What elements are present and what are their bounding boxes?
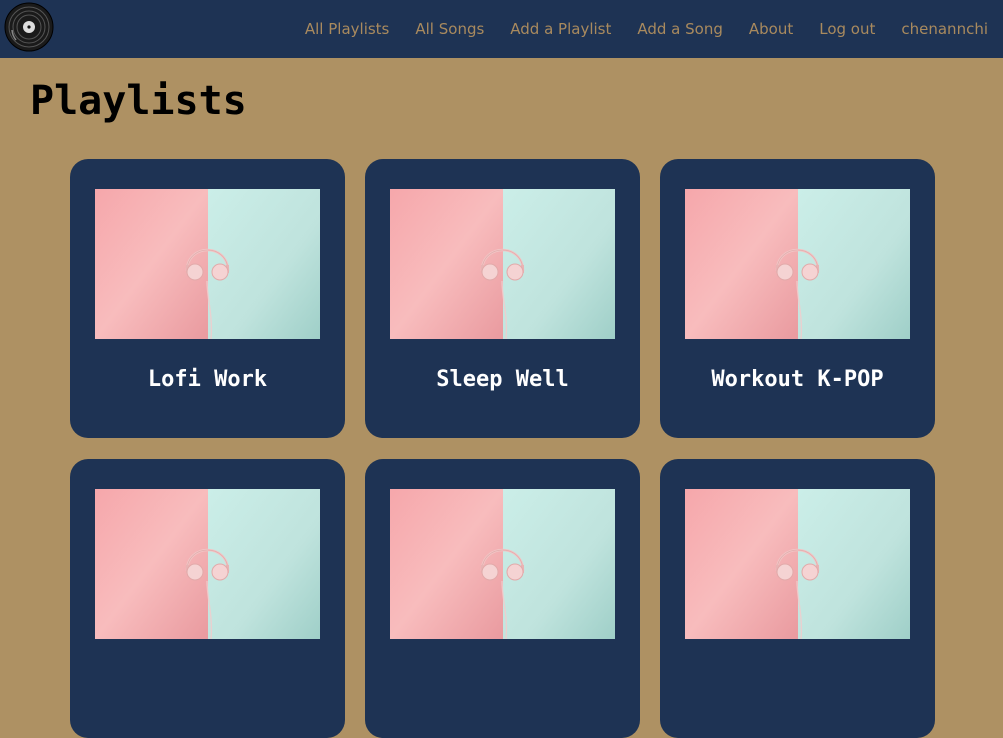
- playlist-title[interactable]: Lofi Work: [70, 367, 345, 392]
- playlist-card[interactable]: Workout K-POP: [660, 159, 935, 438]
- playlist-card[interactable]: [660, 459, 935, 738]
- vinyl-record-icon[interactable]: [4, 2, 54, 52]
- page-title: Playlists: [30, 78, 247, 124]
- nav-add-song-link[interactable]: Add a Song: [637, 20, 723, 38]
- headphones-cover-image: [390, 189, 615, 339]
- nav-about-link[interactable]: About: [749, 20, 793, 38]
- playlist-card[interactable]: Lofi Work: [70, 159, 345, 438]
- headphones-cover-image: [95, 189, 320, 339]
- playlist-grid: Lofi Work Sleep Well Workout K-POP: [70, 159, 935, 738]
- playlist-card[interactable]: [365, 459, 640, 738]
- nav-links: All Playlists All Songs Add a Playlist A…: [279, 0, 988, 58]
- navbar: All Playlists All Songs Add a Playlist A…: [0, 0, 1003, 58]
- nav-all-playlists-link[interactable]: All Playlists: [305, 20, 390, 38]
- headphones-cover-image: [390, 489, 615, 639]
- nav-logout-link[interactable]: Log out: [819, 20, 875, 38]
- nav-all-songs-link[interactable]: All Songs: [415, 20, 484, 38]
- headphones-cover-image: [685, 489, 910, 639]
- playlist-card[interactable]: [70, 459, 345, 738]
- headphones-cover-image: [95, 489, 320, 639]
- playlist-card[interactable]: Sleep Well: [365, 159, 640, 438]
- playlist-title[interactable]: Sleep Well: [365, 367, 640, 392]
- headphones-cover-image: [685, 189, 910, 339]
- nav-add-playlist-link[interactable]: Add a Playlist: [510, 20, 611, 38]
- nav-username-link[interactable]: chenannchi: [901, 20, 988, 38]
- playlist-title[interactable]: Workout K-POP: [660, 367, 935, 392]
